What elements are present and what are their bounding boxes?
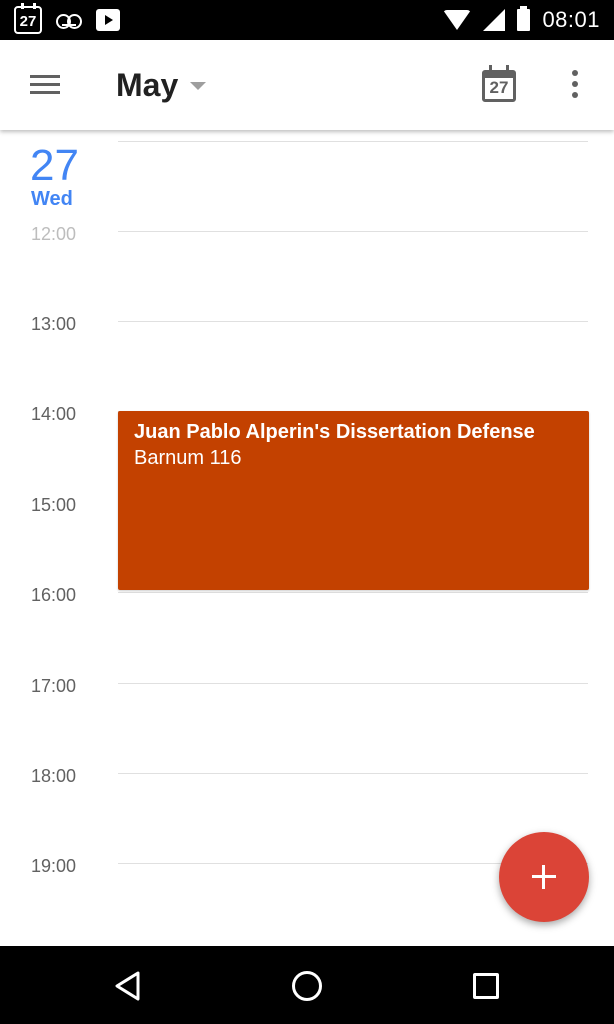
hour-label: 15:00 [31,495,77,515]
hour-label: 18:00 [31,766,77,786]
voicemail-icon [56,13,82,29]
wifi-icon [443,10,472,30]
battery-icon [517,6,531,31]
calendar-notification-icon: 27 [14,3,42,34]
recents-icon[interactable] [473,973,499,999]
play-store-icon [96,9,120,31]
event-title: Juan Pablo Alperin's Dissertation Defens… [134,421,535,443]
menu-icon[interactable] [30,75,60,95]
signal-icon [483,9,506,31]
hour-line [118,592,588,593]
status-bar-left: 27 [14,3,120,34]
hour-label: 17:00 [31,676,77,696]
hour-label: 13:00 [31,314,77,334]
today-calendar-day: 27 [489,78,509,97]
plus-icon [532,865,556,889]
month-selector[interactable]: May [116,67,207,104]
day-number[interactable]: 27 [30,140,79,192]
status-bar: 27 08:01 [0,0,614,40]
app-bar: May 27 [0,40,614,130]
event-card[interactable]: Juan Pablo Alperin's Dissertation Defens… [118,411,589,590]
back-icon[interactable] [112,970,144,1002]
hour-label: 12:00 [31,224,77,244]
hour-label: 14:00 [31,404,77,424]
status-bar-right: 08:01 [443,6,600,33]
status-time: 08:01 [542,7,600,32]
hour-label: 19:00 [31,856,77,876]
add-event-button[interactable] [499,832,589,922]
hour-label: 16:00 [31,585,77,605]
navigation-bar [0,946,614,1024]
home-icon[interactable] [292,971,322,1001]
hour-line [118,683,588,684]
dropdown-caret-icon [190,81,207,90]
more-vert-icon[interactable] [567,70,583,102]
day-weekday[interactable]: Wed [31,188,73,211]
month-title: May [116,67,179,103]
hour-line [118,231,588,232]
hour-line [118,321,588,322]
event-location: Barnum 116 [134,447,242,469]
hour-line [118,141,588,142]
hour-line [118,773,588,774]
calendar-notification-day: 27 [19,13,37,30]
today-calendar-icon[interactable]: 27 [482,65,516,102]
